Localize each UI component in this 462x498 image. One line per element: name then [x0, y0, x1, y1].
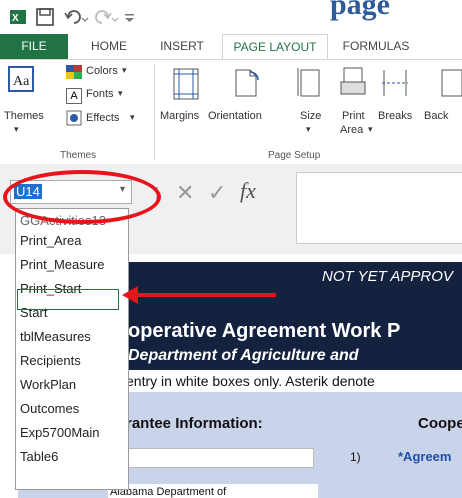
ribbon: Aa Themes ▾ Colors ▾ A Fonts ▾ Effects ▾…: [0, 59, 462, 166]
customize-qat-icon[interactable]: [124, 12, 136, 24]
margins-button[interactable]: Margins: [160, 110, 199, 122]
colors-dropdown-arrow[interactable]: ▾: [122, 65, 127, 76]
grantee-info-label: rantee Information:: [126, 415, 263, 432]
excel-logo-icon: X: [10, 10, 26, 24]
row-number: 1): [350, 450, 361, 464]
breaks-icon: [382, 70, 408, 96]
print-area-icon: [340, 67, 366, 95]
themes-dropdown-arrow[interactable]: ▾: [14, 124, 19, 135]
themes-group-label: Themes: [60, 150, 97, 161]
formula-input[interactable]: [296, 172, 462, 244]
page-setup-group: Margins Orientation Size ▾ Print Area ▾ …: [156, 60, 462, 164]
dropdown-item[interactable]: Exp5700Main: [20, 425, 100, 440]
dropdown-item[interactable]: Table6: [20, 449, 58, 464]
annotation-arrow-icon: [122, 286, 276, 304]
effects-icon: [66, 110, 82, 126]
not-approved-text: NOT YET APPROV: [322, 268, 453, 285]
colors-button[interactable]: Colors: [86, 65, 118, 77]
grantee-name-field[interactable]: [120, 448, 314, 468]
themes-icon[interactable]: Aa: [8, 66, 34, 92]
themes-button[interactable]: Themes: [4, 110, 44, 122]
size-icon: [297, 68, 320, 97]
dropdown-item[interactable]: tblMeasures: [20, 329, 91, 344]
insert-function-icon[interactable]: fx: [240, 178, 256, 204]
title-bar: X page: [0, 0, 462, 34]
cancel-icon[interactable]: ✕: [176, 180, 194, 206]
orientation-icon: [235, 69, 259, 97]
colors-icon: [66, 65, 82, 79]
fonts-dropdown-arrow[interactable]: ▾: [118, 88, 123, 99]
sheet-subtitle: Department of Agriculture and: [128, 347, 359, 364]
coop-label: Coope: [418, 415, 462, 432]
ribbon-tabs: FILE HOME INSERT PAGE LAYOUT FORMULAS: [0, 34, 462, 61]
breaks-button[interactable]: Breaks: [378, 110, 412, 122]
window-title: page: [330, 0, 390, 21]
redo-icon[interactable]: [94, 9, 120, 25]
tab-home[interactable]: HOME: [78, 34, 140, 59]
enter-icon[interactable]: ✓: [208, 180, 226, 206]
size-button[interactable]: Size: [300, 110, 321, 122]
effects-dropdown-arrow[interactable]: ▾: [130, 112, 135, 123]
size-dropdown-arrow[interactable]: ▾: [306, 124, 311, 135]
annotation-circle: [3, 170, 161, 224]
print-area-button[interactable]: Print: [342, 110, 365, 122]
print-area-label-line2: Area: [340, 124, 364, 136]
dropdown-item[interactable]: Print_Area: [20, 233, 81, 248]
orientation-button[interactable]: Orientation: [208, 110, 262, 122]
fonts-button[interactable]: Fonts: [86, 88, 114, 100]
page-setup-group-label: Page Setup: [268, 150, 321, 161]
dropdown-item[interactable]: Print_Measure: [20, 257, 105, 272]
themes-group: Aa Themes ▾ Colors ▾ A Fonts ▾ Effects ▾…: [0, 60, 152, 164]
tab-file[interactable]: FILE: [0, 34, 68, 59]
dropdown-item[interactable]: Outcomes: [20, 401, 79, 416]
dropdown-item[interactable]: Recipients: [20, 353, 81, 368]
save-icon[interactable]: [36, 8, 54, 26]
tab-page-layout[interactable]: PAGE LAYOUT: [222, 34, 328, 61]
selected-item-outline: [17, 289, 119, 310]
print-area-dropdown-arrow[interactable]: ▾: [368, 124, 373, 135]
margins-icon: [173, 68, 199, 100]
agreement-label: *Agreem: [398, 449, 452, 464]
svg-text:X: X: [12, 13, 19, 24]
sheet-title: operative Agreement Work P: [128, 320, 401, 342]
dropdown-item[interactable]: WorkPlan: [20, 377, 76, 392]
fonts-icon: A: [66, 88, 82, 104]
formula-buttons: ✕ ✓ fx: [168, 178, 288, 206]
undo-icon[interactable]: [64, 9, 90, 25]
background-button[interactable]: Back: [424, 110, 448, 122]
tab-insert[interactable]: INSERT: [152, 34, 212, 59]
name-box-dropdown: GGActivities13 Print_Area Print_Measure …: [15, 208, 129, 490]
effects-button[interactable]: Effects: [86, 112, 119, 124]
tab-formulas[interactable]: FORMULAS: [336, 34, 416, 59]
instructions-text: entry in white boxes only. Asterik denot…: [126, 373, 375, 389]
background-icon: [441, 69, 462, 97]
svg-text:Aa: Aa: [13, 74, 30, 89]
group-divider: [154, 64, 155, 160]
